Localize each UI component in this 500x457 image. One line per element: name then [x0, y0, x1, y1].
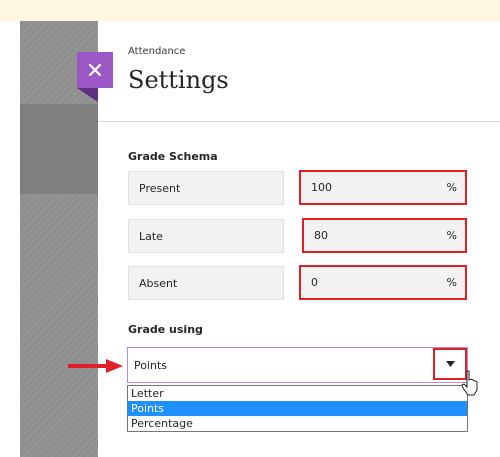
absent-label-text: Absent — [139, 276, 178, 290]
absent-label: Absent — [128, 266, 284, 300]
grade-schema-heading: Grade Schema — [128, 150, 218, 163]
option-letter[interactable]: Letter — [128, 386, 467, 401]
option-percentage[interactable]: Percentage — [128, 416, 467, 431]
grade-using-select[interactable]: Points — [127, 347, 468, 383]
late-value: 80 — [314, 229, 328, 242]
grade-using-options-list: Letter Points Percentage — [127, 385, 468, 432]
close-icon — [88, 63, 102, 77]
absent-percent-input[interactable]: 0 % — [299, 265, 467, 300]
cursor-icon — [461, 370, 478, 396]
page-title: Settings — [128, 66, 229, 94]
grade-using-heading: Grade using — [128, 323, 203, 336]
close-panel-button[interactable] — [77, 52, 113, 88]
present-value: 100 — [311, 181, 332, 194]
present-percent-input[interactable]: 100 % — [299, 170, 467, 205]
breadcrumb: Attendance — [128, 46, 186, 57]
present-unit: % — [446, 181, 457, 194]
page-edge — [0, 21, 20, 457]
late-percent-input[interactable]: 80 % — [302, 218, 467, 253]
grade-using-selected-value: Points — [134, 358, 168, 372]
late-unit: % — [446, 229, 457, 242]
dimmed-background-band — [20, 104, 98, 194]
option-points[interactable]: Points — [128, 401, 467, 416]
header-divider — [98, 121, 500, 122]
late-label-text: Late — [139, 229, 163, 243]
present-label-text: Present — [139, 181, 181, 195]
absent-value: 0 — [311, 276, 318, 289]
late-label: Late — [128, 219, 284, 253]
red-arrow-icon — [68, 359, 123, 373]
absent-unit: % — [446, 276, 457, 289]
top-notification-strip — [0, 0, 500, 21]
close-tab-fold — [77, 88, 98, 102]
present-label: Present — [128, 171, 284, 205]
chevron-down-icon — [445, 361, 455, 367]
